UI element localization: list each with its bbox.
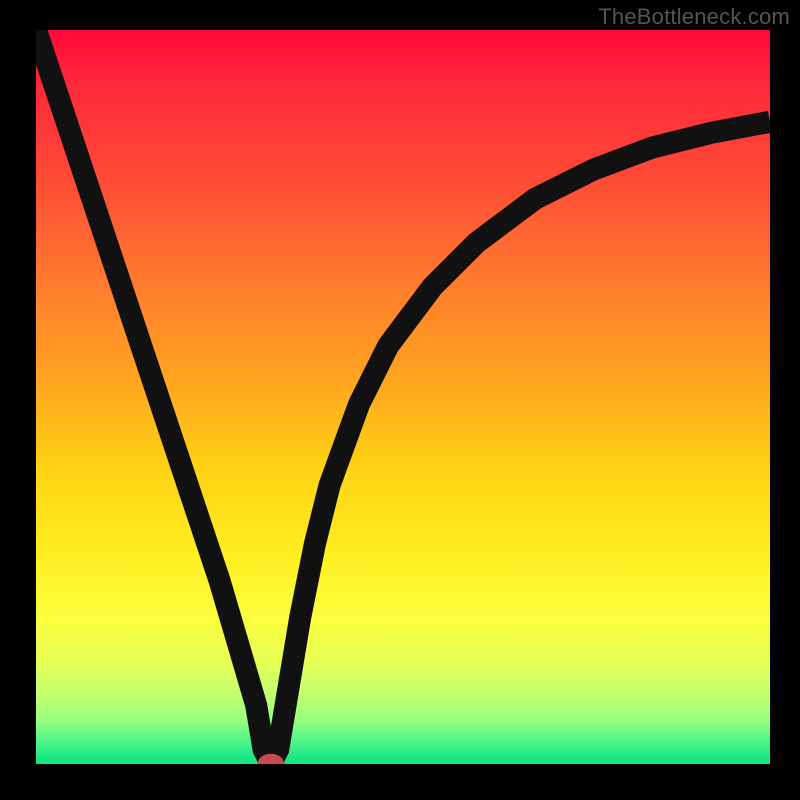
minimum-marker xyxy=(261,757,280,764)
bottleneck-curve xyxy=(36,30,770,764)
plot-area xyxy=(36,30,770,764)
chart-frame: TheBottleneck.com xyxy=(0,0,800,800)
chart-svg xyxy=(36,30,770,764)
watermark-text: TheBottleneck.com xyxy=(598,4,790,30)
